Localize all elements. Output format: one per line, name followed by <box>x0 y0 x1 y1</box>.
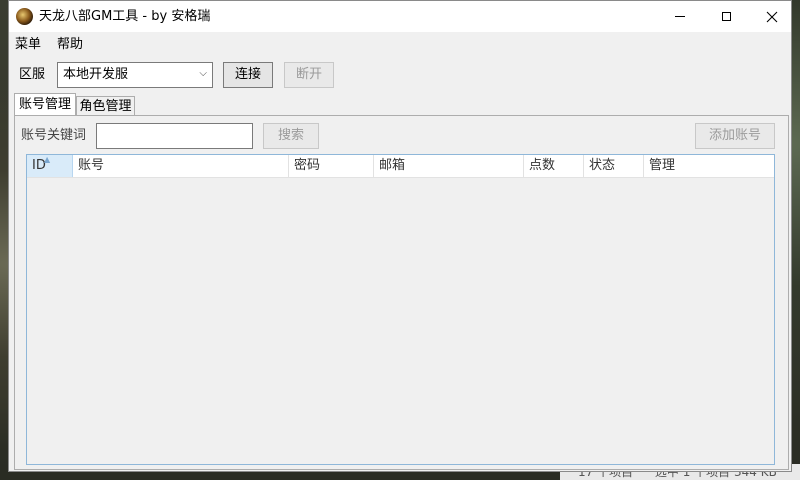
tab-role-management[interactable]: 角色管理 <box>76 96 135 116</box>
minimize-button[interactable] <box>657 1 703 32</box>
account-list-header: ▲ ID 账号 密码 邮箱 点数 状态 管理 <box>27 155 774 178</box>
keyword-label: 账号关键词 <box>21 128 87 143</box>
main-window: 天龙八部GM工具 - by 安格瑞 菜单 帮助 区服 本地开发服 ⌵ 连接 断开… <box>8 0 792 472</box>
server-select-value: 本地开发服 <box>63 67 129 82</box>
add-account-button[interactable]: 添加账号 <box>695 123 775 149</box>
window-title: 天龙八部GM工具 - by 安格瑞 <box>39 9 211 24</box>
sort-ascending-icon: ▲ <box>44 155 51 164</box>
search-button[interactable]: 搜索 <box>263 123 319 149</box>
connect-button[interactable]: 连接 <box>223 62 273 88</box>
column-header-email[interactable]: 邮箱 <box>374 155 524 177</box>
maximize-icon <box>721 12 731 21</box>
tab-account-management[interactable]: 账号管理 <box>14 93 76 116</box>
chevron-down-icon: ⌵ <box>199 68 207 79</box>
menu-item-menu[interactable]: 菜单 <box>15 37 41 53</box>
minimize-icon <box>675 16 685 17</box>
server-select[interactable]: 本地开发服 ⌵ <box>57 62 213 88</box>
column-header-id[interactable]: ▲ ID <box>27 155 73 177</box>
close-button[interactable] <box>749 1 795 32</box>
column-header-manage[interactable]: 管理 <box>644 155 774 177</box>
account-list[interactable]: ▲ ID 账号 密码 邮箱 点数 状态 管理 <box>26 154 775 465</box>
title-bar[interactable]: 天龙八部GM工具 - by 安格瑞 <box>9 1 791 32</box>
keyword-input[interactable] <box>96 123 253 149</box>
menu-item-help[interactable]: 帮助 <box>57 37 83 53</box>
disconnect-button[interactable]: 断开 <box>284 62 334 88</box>
app-emblem-icon <box>16 8 33 25</box>
close-icon <box>766 11 778 22</box>
column-header-status[interactable]: 状态 <box>584 155 644 177</box>
column-header-password[interactable]: 密码 <box>289 155 374 177</box>
server-label: 区服 <box>19 67 46 82</box>
maximize-button[interactable] <box>703 1 749 32</box>
menu-bar: 菜单 帮助 <box>9 32 791 58</box>
column-header-account[interactable]: 账号 <box>73 155 289 177</box>
column-header-points[interactable]: 点数 <box>524 155 584 177</box>
